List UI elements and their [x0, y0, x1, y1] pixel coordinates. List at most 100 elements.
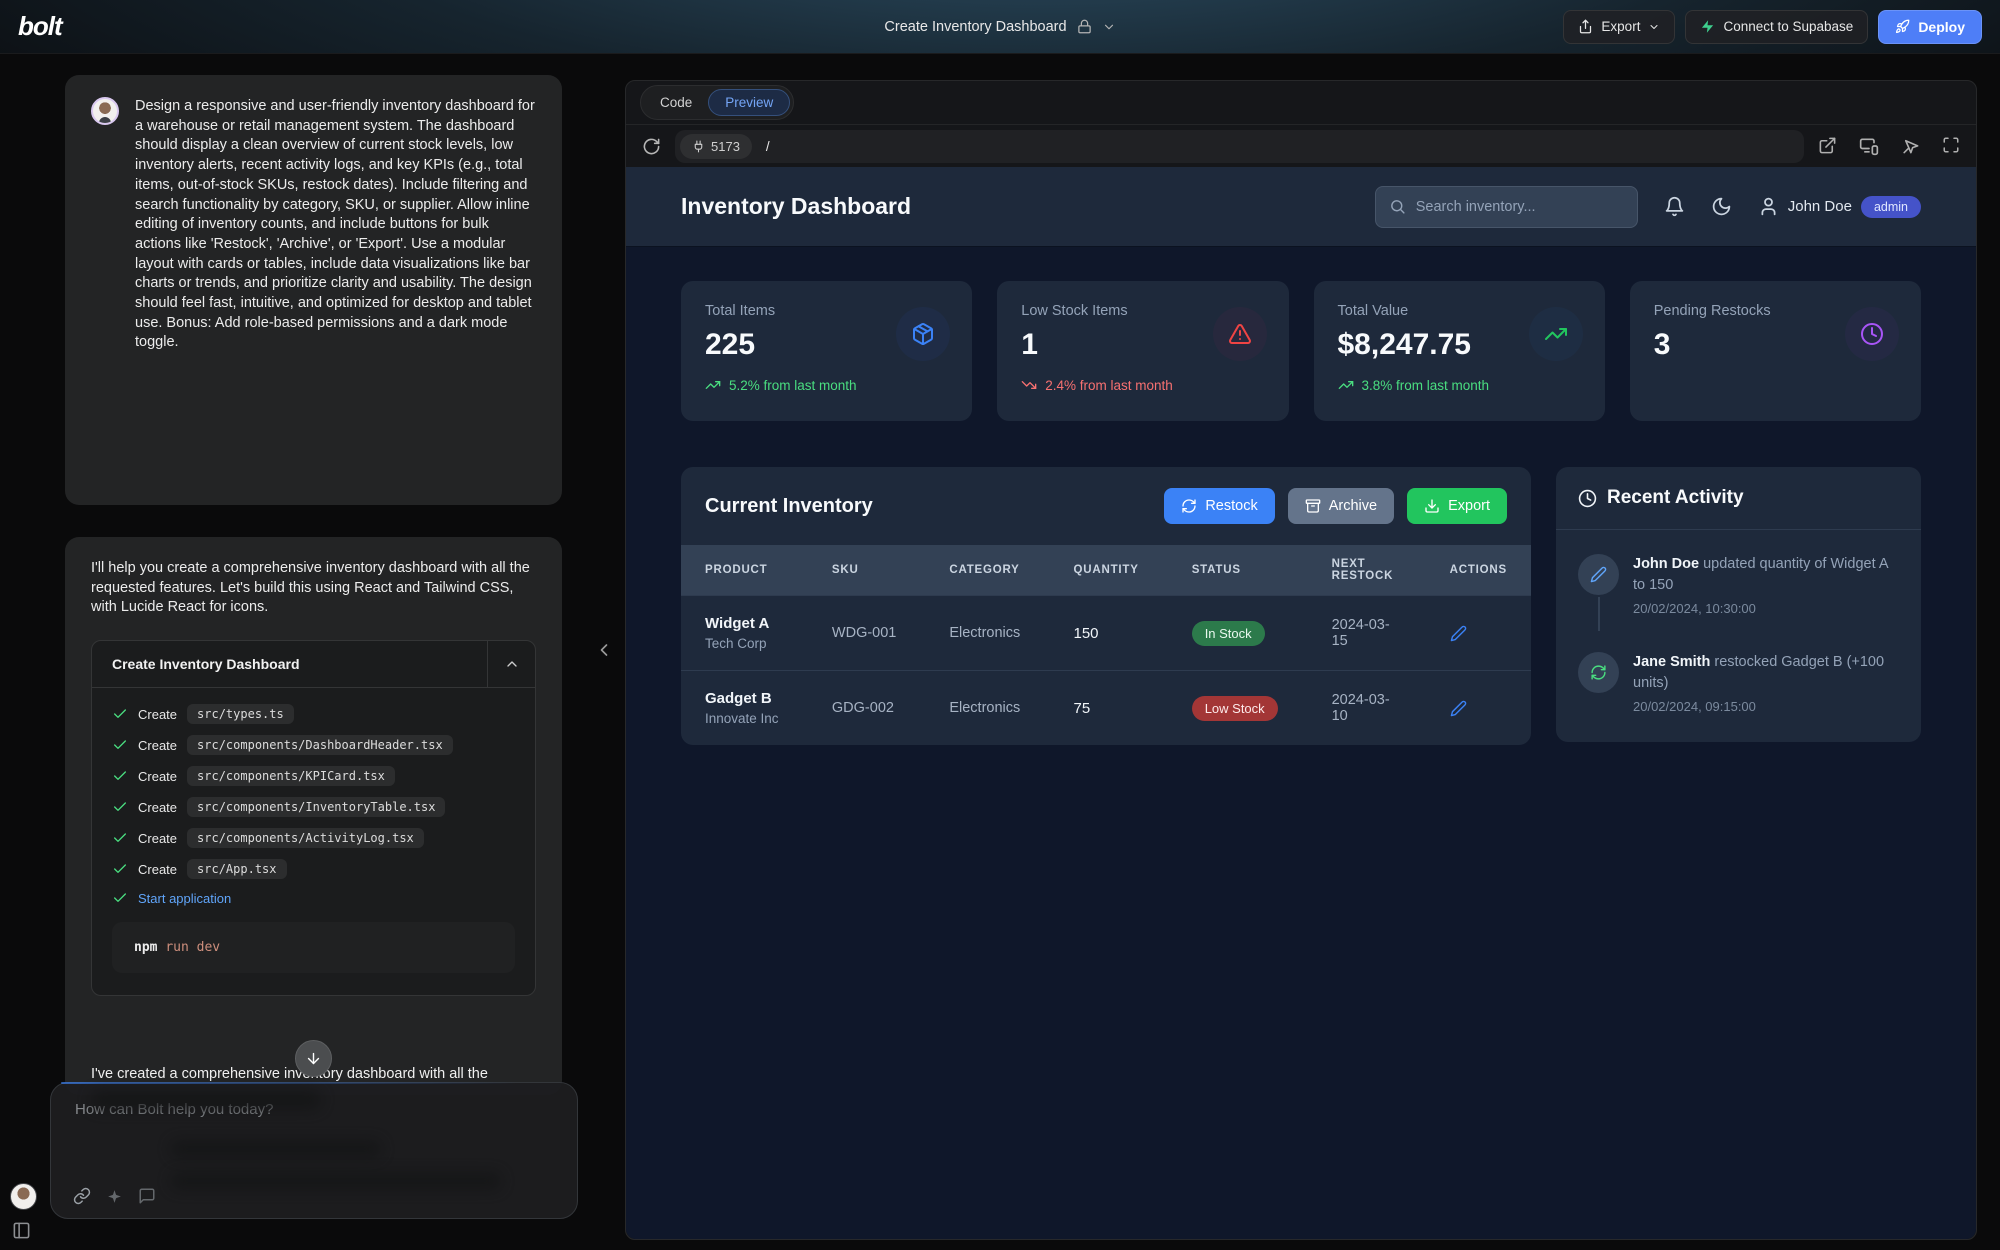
check-icon — [112, 706, 128, 722]
kpi-card-total-value: Total Value $8,247.75 3.8% from last mon… — [1314, 281, 1605, 421]
edit-pencil-icon[interactable] — [1450, 700, 1507, 717]
reload-icon[interactable] — [642, 137, 661, 156]
export-button[interactable]: Export — [1563, 10, 1675, 44]
connect-supabase-button[interactable]: Connect to Supabase — [1685, 10, 1868, 44]
table-row[interactable]: Gadget B Innovate Inc GDG-002 Electronic… — [681, 671, 1531, 746]
plug-icon — [692, 140, 705, 153]
clock-icon — [1845, 307, 1899, 361]
user-message: Design a responsive and user-friendly in… — [65, 75, 562, 505]
col-category[interactable]: Category — [925, 545, 1049, 596]
kpi-grid: Total Items 225 5.2% from last month Low… — [681, 281, 1921, 421]
port-pill[interactable]: 5173 — [680, 134, 752, 159]
inventory-dashboard-app: Inventory Dashboard John Doe admin — [626, 167, 1976, 1239]
tool-card-title: Create Inventory Dashboard — [92, 641, 487, 687]
kpi-card-pending-restocks: Pending Restocks 3 — [1630, 281, 1921, 421]
user-avatar-small[interactable] — [10, 1183, 37, 1210]
current-inventory-card: Current Inventory Restock Archive — [681, 467, 1531, 745]
trending-up-icon — [705, 377, 721, 393]
status-badge: In Stock — [1192, 621, 1265, 646]
collapse-tool-card-button[interactable] — [487, 641, 535, 687]
table-row[interactable]: Widget A Tech Corp WDG-001 Electronics 1… — [681, 596, 1531, 671]
edit-pencil-icon[interactable] — [1450, 625, 1507, 642]
file-chip[interactable]: src/components/KPICard.tsx — [187, 766, 395, 786]
recent-activity-card: Recent Activity John Doe updated quantit… — [1556, 467, 1921, 742]
col-actions: Actions — [1426, 545, 1531, 596]
trending-up-icon — [1338, 377, 1354, 393]
user-avatar — [91, 97, 119, 125]
archive-icon — [1305, 498, 1321, 514]
collapse-chat-panel-button[interactable] — [594, 640, 614, 660]
export-csv-button[interactable]: Export — [1407, 488, 1507, 524]
col-sku[interactable]: SKU — [808, 545, 925, 596]
sidebar-toggle-icon[interactable] — [12, 1221, 31, 1240]
file-chip[interactable]: src/components/InventoryTable.tsx — [187, 797, 445, 817]
chat-input-container — [50, 1082, 578, 1219]
tab-code[interactable]: Code — [644, 90, 708, 115]
package-icon — [896, 307, 950, 361]
kpi-card-total-items: Total Items 225 5.2% from last month — [681, 281, 972, 421]
product-name: Widget A — [705, 615, 784, 632]
tab-preview[interactable]: Preview — [708, 89, 790, 116]
chat-mode-icon[interactable] — [138, 1187, 156, 1205]
code-preview-toggle: Code Preview — [640, 85, 794, 120]
refresh-icon — [1181, 498, 1197, 514]
device-preview-icon[interactable] — [1859, 136, 1879, 156]
fullscreen-icon[interactable] — [1942, 136, 1960, 156]
inventory-table: Product SKU Category Quantity Status Nex… — [681, 545, 1531, 745]
activity-timestamp: 20/02/2024, 09:15:00 — [1633, 699, 1899, 714]
url-bar[interactable]: 5173 / — [675, 130, 1804, 163]
scroll-to-bottom-button[interactable] — [295, 1040, 332, 1077]
inspector-toggle-icon[interactable] — [1901, 136, 1920, 156]
assistant-message: I'll help you create a comprehensive inv… — [65, 537, 562, 1095]
bolt-logo[interactable]: bolt — [18, 11, 62, 42]
status-badge: Low Stock — [1192, 696, 1278, 721]
arrow-down-icon — [305, 1050, 322, 1067]
col-next-restock[interactable]: Next Restock — [1308, 545, 1426, 596]
check-icon — [112, 737, 128, 753]
start-application-link[interactable]: Start application — [138, 891, 231, 906]
supplier-name: Innovate Inc — [705, 711, 784, 726]
col-product[interactable]: Product — [681, 545, 808, 596]
attach-link-icon[interactable] — [73, 1187, 91, 1205]
tool-step-start-application: Start application — [112, 890, 515, 906]
sku-cell: WDG-001 — [808, 596, 925, 671]
archive-button[interactable]: Archive — [1288, 488, 1394, 524]
chevron-down-icon[interactable] — [1102, 20, 1116, 34]
rocket-icon — [1895, 19, 1910, 34]
supabase-bolt-icon — [1700, 19, 1715, 34]
next-restock-cell: 2024-03-15 — [1308, 596, 1426, 671]
tool-step: Create src/types.ts — [112, 704, 515, 724]
user-name: John Doe — [1788, 198, 1852, 215]
quantity-cell: 150 — [1049, 596, 1167, 671]
col-status[interactable]: Status — [1168, 545, 1308, 596]
category-cell: Electronics — [925, 596, 1049, 671]
user-menu[interactable]: John Doe admin — [1758, 196, 1921, 218]
chevron-down-icon — [1648, 21, 1660, 33]
topbar: bolt Create Inventory Dashboard Export C… — [0, 0, 2000, 54]
file-chip[interactable]: src/types.ts — [187, 704, 294, 724]
assistant-intro-text: I'll help you create a comprehensive inv… — [91, 559, 536, 618]
inventory-title: Current Inventory — [705, 495, 873, 518]
activity-title: Recent Activity — [1607, 487, 1744, 509]
tool-step: Create src/App.tsx — [112, 859, 515, 879]
chevron-left-icon — [594, 640, 614, 660]
tool-card: Create Inventory Dashboard Create src/ty… — [91, 640, 536, 996]
bell-icon[interactable] — [1664, 196, 1685, 217]
sparkles-icon[interactable] — [106, 1188, 123, 1205]
dark-mode-toggle-moon-icon[interactable] — [1711, 196, 1732, 217]
deploy-button[interactable]: Deploy — [1878, 10, 1982, 44]
file-chip[interactable]: src/App.tsx — [187, 859, 286, 879]
file-chip[interactable]: src/components/DashboardHeader.tsx — [187, 735, 453, 755]
trending-up-icon — [1529, 307, 1583, 361]
restock-button[interactable]: Restock — [1164, 488, 1274, 524]
file-chip[interactable]: src/components/ActivityLog.tsx — [187, 828, 424, 848]
supplier-name: Tech Corp — [705, 636, 784, 651]
activity-user: Jane Smith — [1633, 654, 1710, 670]
col-quantity[interactable]: Quantity — [1049, 545, 1167, 596]
project-title[interactable]: Create Inventory Dashboard — [884, 19, 1066, 35]
tool-step: Create src/components/KPICard.tsx — [112, 766, 515, 786]
open-external-icon[interactable] — [1818, 136, 1837, 156]
category-cell: Electronics — [925, 671, 1049, 746]
tool-step: Create src/components/DashboardHeader.ts… — [112, 735, 515, 755]
search-input[interactable] — [1416, 199, 1624, 215]
